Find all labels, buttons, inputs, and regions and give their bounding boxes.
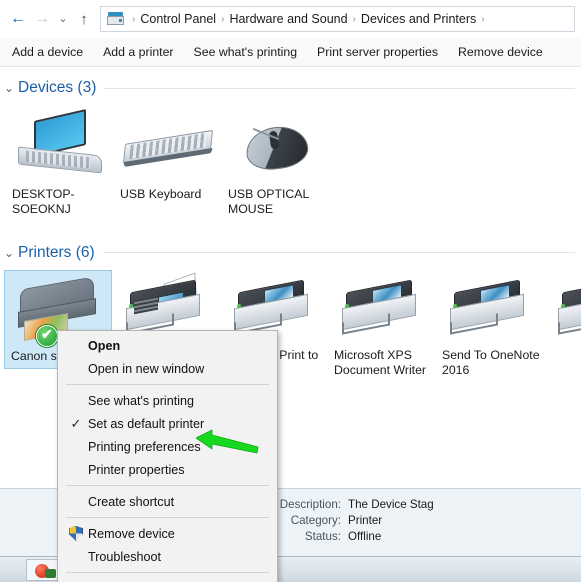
breadcrumb-separator: › (132, 13, 136, 25)
group-title-devices: Devices (3) (18, 79, 97, 96)
chevron-down-icon[interactable]: ⌄ (4, 246, 18, 260)
up-arrow-icon[interactable]: ↑ (72, 6, 96, 32)
group-divider (102, 252, 575, 254)
remove-device-button[interactable]: Remove device (448, 45, 553, 59)
menu-item-printer-properties[interactable]: Printer properties (58, 458, 277, 481)
printer-tile-label: Send To OneNote 2016 (442, 347, 540, 378)
device-tile-usb-keyboard[interactable]: USB Keyboard (114, 105, 222, 206)
details-value-status: Offline (348, 530, 382, 543)
forward-arrow-icon[interactable]: → (30, 6, 54, 32)
details-value-category: Printer (348, 514, 383, 527)
keyboard-icon (122, 111, 214, 181)
details-value-description: The Device Stag (348, 498, 434, 511)
printer-tile-label: Microsoft XPS Document Writer (334, 347, 427, 378)
device-tile-label: DESKTOP-SOEOKNJ (12, 187, 75, 217)
breadcrumb-item-control-panel[interactable]: Control Panel (140, 12, 216, 26)
checkmark-icon: ✓ (70, 416, 82, 431)
printer-icon (444, 276, 536, 342)
group-header-printers[interactable]: ⌄ Printers (6) (0, 244, 581, 262)
group-divider (104, 87, 575, 89)
printer-tile-overflow[interactable] (544, 270, 581, 352)
breadcrumb-separator: › (221, 13, 225, 25)
context-menu: Open Open in new window See what's print… (57, 330, 278, 582)
back-arrow-icon[interactable]: ← (6, 6, 30, 32)
menu-item-label: Remove device (88, 526, 175, 541)
device-tile-usb-optical-mouse[interactable]: USB OPTICAL MOUSE (222, 105, 330, 222)
details-column-right: Description: The Device Stag Category: P… (258, 497, 581, 545)
menu-item-label: Open in new window (88, 361, 205, 376)
device-tile-label: USB OPTICAL MOUSE (228, 187, 309, 217)
breadcrumb-item-devices-and-printers[interactable]: Devices and Printers (361, 12, 476, 26)
menu-item-see-whats-printing[interactable]: See what's printing (58, 389, 277, 412)
recent-locations-icon[interactable]: ⌄ (54, 6, 72, 32)
device-tile-label: USB Keyboard (120, 187, 202, 201)
menu-item-open[interactable]: Open (58, 334, 277, 357)
details-row: Status: Offline (262, 529, 581, 545)
devices-tile-row: DESKTOP-SOEOKNJ USB Keyboard USB OPTICAL… (0, 105, 581, 222)
uac-shield-icon (64, 526, 88, 541)
add-a-device-button[interactable]: Add a device (0, 45, 93, 59)
printer-tile-send-to-onenote-2016[interactable]: Send To OneNote 2016 (436, 270, 544, 383)
breadcrumb-separator: › (352, 13, 356, 25)
see-whats-printing-button[interactable]: See what's printing (184, 45, 308, 59)
default-check-badge (36, 324, 58, 347)
menu-item-label: Open (88, 338, 121, 353)
menu-separator (66, 384, 269, 385)
breadcrumb-item-hardware-and-sound[interactable]: Hardware and Sound (229, 12, 347, 26)
menu-item-remove-device[interactable]: Remove device (58, 522, 277, 545)
menu-item-label: Create shortcut (88, 494, 175, 509)
devices-and-printers-window: ← → ⌄ ↑ › Control Panel › Hardware and S… (0, 0, 581, 582)
menu-item-label: Printing preferences (88, 439, 201, 454)
details-row: Category: Printer (262, 513, 581, 529)
menu-item-label: Set as default printer (88, 416, 205, 431)
command-bar: Add a device Add a printer See what's pr… (0, 38, 581, 67)
menu-separator (66, 517, 269, 518)
menu-separator (66, 485, 269, 486)
printer-icon (336, 276, 428, 342)
device-tile-desktop[interactable]: DESKTOP-SOEOKNJ (6, 105, 114, 222)
devices-and-printers-icon (107, 11, 124, 27)
menu-item-label: See what's printing (88, 393, 195, 408)
mouse-icon (230, 111, 322, 181)
menu-item-label: Troubleshoot (88, 549, 162, 564)
breadcrumb[interactable]: › Control Panel › Hardware and Sound › D… (100, 6, 575, 32)
laptop-icon (14, 108, 106, 181)
print-server-properties-button[interactable]: Print server properties (307, 45, 448, 59)
group-header-devices[interactable]: ⌄ Devices (3) (0, 79, 581, 97)
menu-item-troubleshoot[interactable]: Troubleshoot (58, 545, 277, 568)
group-title-printers: Printers (6) (18, 243, 95, 261)
printer-tile-microsoft-xps-document-writer[interactable]: Microsoft XPS Document Writer (328, 270, 436, 383)
breadcrumb-separator[interactable]: › (476, 14, 489, 25)
printer-icon (552, 276, 581, 342)
add-a-printer-button[interactable]: Add a printer (93, 45, 183, 59)
chevron-down-icon[interactable]: ⌄ (4, 81, 18, 95)
address-bar: ← → ⌄ ↑ › Control Panel › Hardware and S… (0, 0, 581, 38)
annotation-arrow-icon (196, 429, 259, 454)
menu-item-open-in-new-window[interactable]: Open in new window (58, 357, 277, 380)
menu-item-properties[interactable]: Properties (58, 577, 277, 582)
menu-item-label: Printer properties (88, 462, 185, 477)
menu-item-create-shortcut[interactable]: Create shortcut (58, 490, 277, 513)
menu-separator (66, 572, 269, 573)
details-row: Description: The Device Stag (262, 497, 581, 513)
